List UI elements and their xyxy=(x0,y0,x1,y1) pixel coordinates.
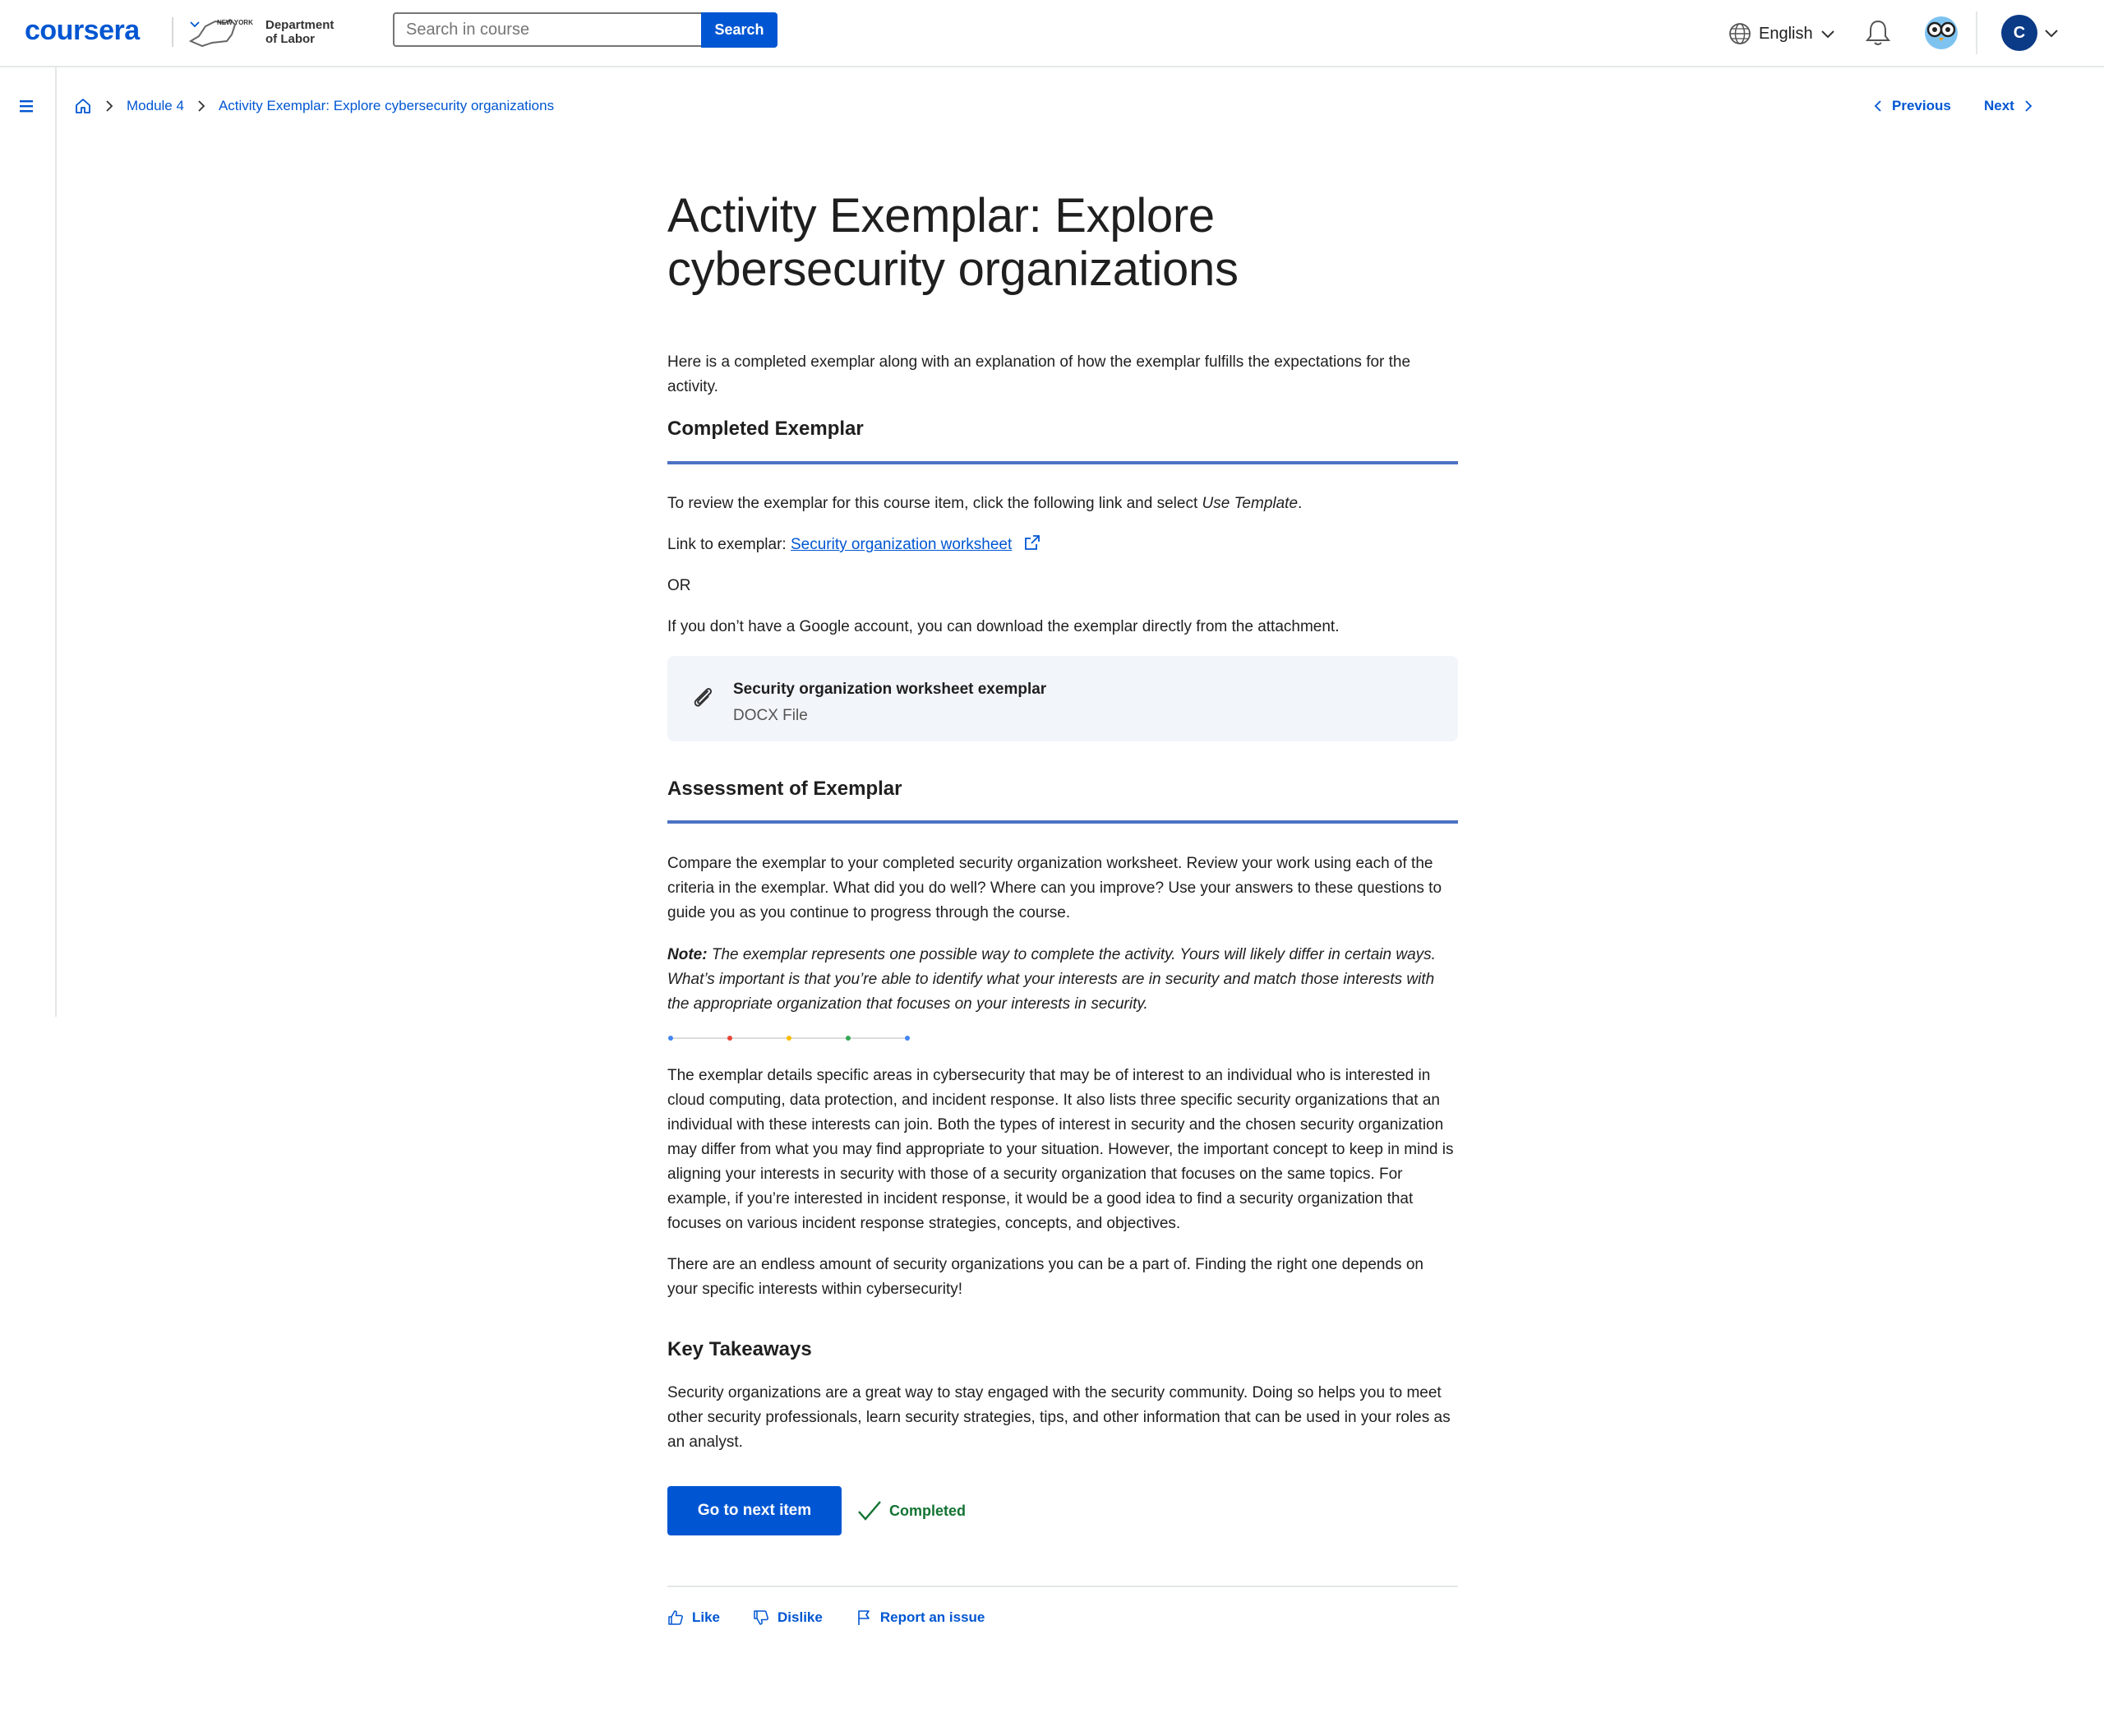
reading-content: Activity Exemplar: Explore cybersecurity… xyxy=(667,189,1458,1625)
paperclip-icon xyxy=(694,688,713,707)
next-label: Next xyxy=(1984,98,2014,113)
course-sidebar-rail xyxy=(0,67,57,1017)
item-actions: Go to next item Completed xyxy=(667,1486,966,1535)
attachment-card[interactable]: Security organization worksheet exemplar… xyxy=(667,656,1458,741)
section-divider xyxy=(667,820,1458,824)
partner-name: Department of Labor xyxy=(265,18,335,46)
previous-label: Previous xyxy=(1892,98,1951,113)
details-text: The exemplar details specific areas in c… xyxy=(667,1067,1454,1232)
notifications-bell-icon[interactable] xyxy=(1864,18,1892,48)
next-button[interactable]: Next xyxy=(1984,95,2034,118)
breadcrumb-current-item[interactable]: Activity Exemplar: Explore cybersecurity… xyxy=(219,98,554,114)
feedback-bar: Like Dislike Report an issue xyxy=(667,1609,985,1626)
endless-organizations-text: There are an endless amount of security … xyxy=(667,1256,1423,1298)
or-text: OR xyxy=(667,577,691,594)
flag-icon xyxy=(858,1610,870,1625)
external-link-icon xyxy=(1024,535,1040,550)
decorative-dot-divider xyxy=(668,1036,910,1041)
go-to-next-item-button[interactable]: Go to next item xyxy=(667,1486,842,1535)
completed-label: Completed xyxy=(889,1502,967,1519)
thumbs-down-icon xyxy=(754,1610,768,1625)
attachment-name: Security organization worksheet exemplar xyxy=(733,681,1047,698)
globe-icon xyxy=(1729,23,1751,44)
chevron-right-icon xyxy=(104,99,115,113)
completed-status: Completed xyxy=(856,1499,966,1522)
exemplar-link-line: Link to exemplar: Security organization … xyxy=(667,533,1458,557)
partner-logo[interactable]: NEW YORK Department of Labor xyxy=(187,16,368,49)
chevron-down-icon[interactable] xyxy=(187,16,202,31)
previous-button[interactable]: Previous xyxy=(1872,95,1951,118)
partner-state-label: NEW YORK xyxy=(217,19,253,26)
coursera-logo[interactable]: coursera xyxy=(25,15,140,47)
dislike-button[interactable]: Dislike xyxy=(753,1609,823,1626)
chevron-right-icon xyxy=(2025,100,2032,112)
security-worksheet-link[interactable]: Security organization worksheet xyxy=(791,536,1012,553)
checkmark-icon xyxy=(858,1501,881,1521)
review-instructions: To review the exemplar for this course i… xyxy=(667,495,1303,512)
menu-icon[interactable] xyxy=(19,99,35,113)
user-avatar[interactable]: C xyxy=(2001,15,2037,51)
page-title: Activity Exemplar: Explore cybersecurity… xyxy=(667,189,1239,296)
coach-owl-icon[interactable] xyxy=(1923,15,1959,51)
like-button[interactable]: Like xyxy=(667,1609,720,1626)
chevron-down-icon[interactable] xyxy=(2043,25,2060,41)
note-text: Note: The exemplar represents one possib… xyxy=(667,946,1436,1013)
section-divider xyxy=(667,461,1458,464)
chevron-down-icon xyxy=(1820,30,1834,39)
logo-divider xyxy=(172,17,173,47)
chevron-right-icon xyxy=(196,99,207,113)
search-button[interactable]: Search xyxy=(701,12,777,48)
attachment-type: DOCX File xyxy=(733,707,808,724)
intro-text: Here is a completed exemplar along with … xyxy=(667,353,1411,395)
section-heading-completed-exemplar: Completed Exemplar xyxy=(667,418,864,440)
footer-divider xyxy=(667,1586,1458,1587)
chevron-left-icon xyxy=(1874,100,1881,112)
top-header: coursera NEW YORK Department of Labor Se… xyxy=(0,0,2104,67)
compare-text: Compare the exemplar to your completed s… xyxy=(667,855,1442,921)
section-heading-key-takeaways: Key Takeaways xyxy=(667,1338,812,1360)
home-icon[interactable] xyxy=(74,97,92,115)
no-google-account-text: If you don’t have a Google account, you … xyxy=(667,618,1340,635)
section-heading-assessment: Assessment of Exemplar xyxy=(667,778,902,800)
breadcrumb-module[interactable]: Module 4 xyxy=(127,98,184,114)
report-issue-button[interactable]: Report an issue xyxy=(856,1609,985,1626)
breadcrumb: Module 4 Activity Exemplar: Explore cybe… xyxy=(74,95,554,118)
thumbs-up-icon xyxy=(668,1610,683,1625)
language-label: English xyxy=(1759,24,1813,43)
header-divider xyxy=(1976,12,1977,54)
language-selector[interactable]: English xyxy=(1728,20,1836,48)
search-input[interactable] xyxy=(393,12,702,47)
takeaways-text: Security organizations are a great way t… xyxy=(667,1384,1451,1451)
